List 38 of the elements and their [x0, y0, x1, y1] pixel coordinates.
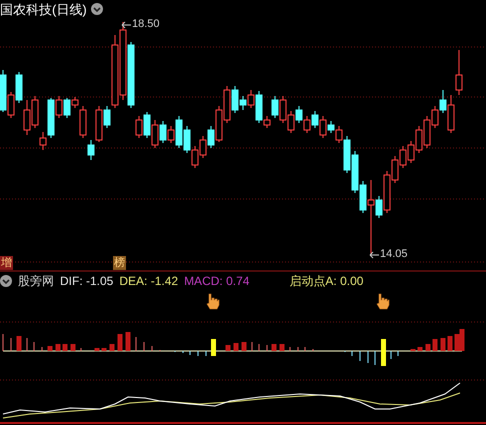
histogram-bar [242, 342, 246, 351]
event-marker[interactable]: 增 [0, 256, 13, 270]
histogram-bar [234, 343, 238, 351]
price-label: 18.50 [132, 19, 160, 30]
signal-bar [211, 339, 216, 356]
price-label: 14.05 [380, 249, 408, 260]
histogram-bar [226, 345, 230, 351]
signal-bar [381, 339, 386, 366]
indicator-value: MACD: 0.74 [184, 275, 250, 287]
histogram-bar [16, 336, 22, 351]
chart-title: 国农科技(日线) [0, 2, 87, 16]
histogram-bar [102, 348, 106, 351]
hand-pointer-icon [206, 294, 220, 310]
histogram-bar [62, 344, 68, 351]
histogram-bar [272, 344, 276, 351]
dropdown-icon[interactable] [90, 3, 103, 15]
histogram-bar [432, 339, 438, 351]
indicator-value: DIF: -1.05 [60, 275, 114, 287]
histogram-bar [440, 338, 446, 351]
histogram-bar [94, 348, 100, 351]
histogram-bar [126, 332, 130, 351]
event-marker[interactable]: 榜 [113, 256, 126, 270]
histogram-bar [426, 344, 430, 351]
leader-line [369, 250, 379, 258]
histogram-bar [418, 347, 422, 351]
histogram-bar [110, 344, 114, 351]
histogram-bar [56, 344, 60, 351]
histogram-bar [70, 344, 76, 351]
histogram-bar [280, 344, 284, 351]
histogram-bar [448, 336, 452, 351]
indicator-value: 启动点A: 0.00 [289, 275, 364, 287]
histogram-bar [118, 334, 122, 351]
hand-pointer-icon [376, 294, 390, 310]
dropdown-icon[interactable] [0, 275, 12, 287]
leader-line [121, 20, 131, 28]
indicator-name: 股旁网 [18, 275, 54, 287]
histogram-bar [48, 346, 52, 351]
indicator-value: DEA: -1.42 [119, 275, 178, 287]
